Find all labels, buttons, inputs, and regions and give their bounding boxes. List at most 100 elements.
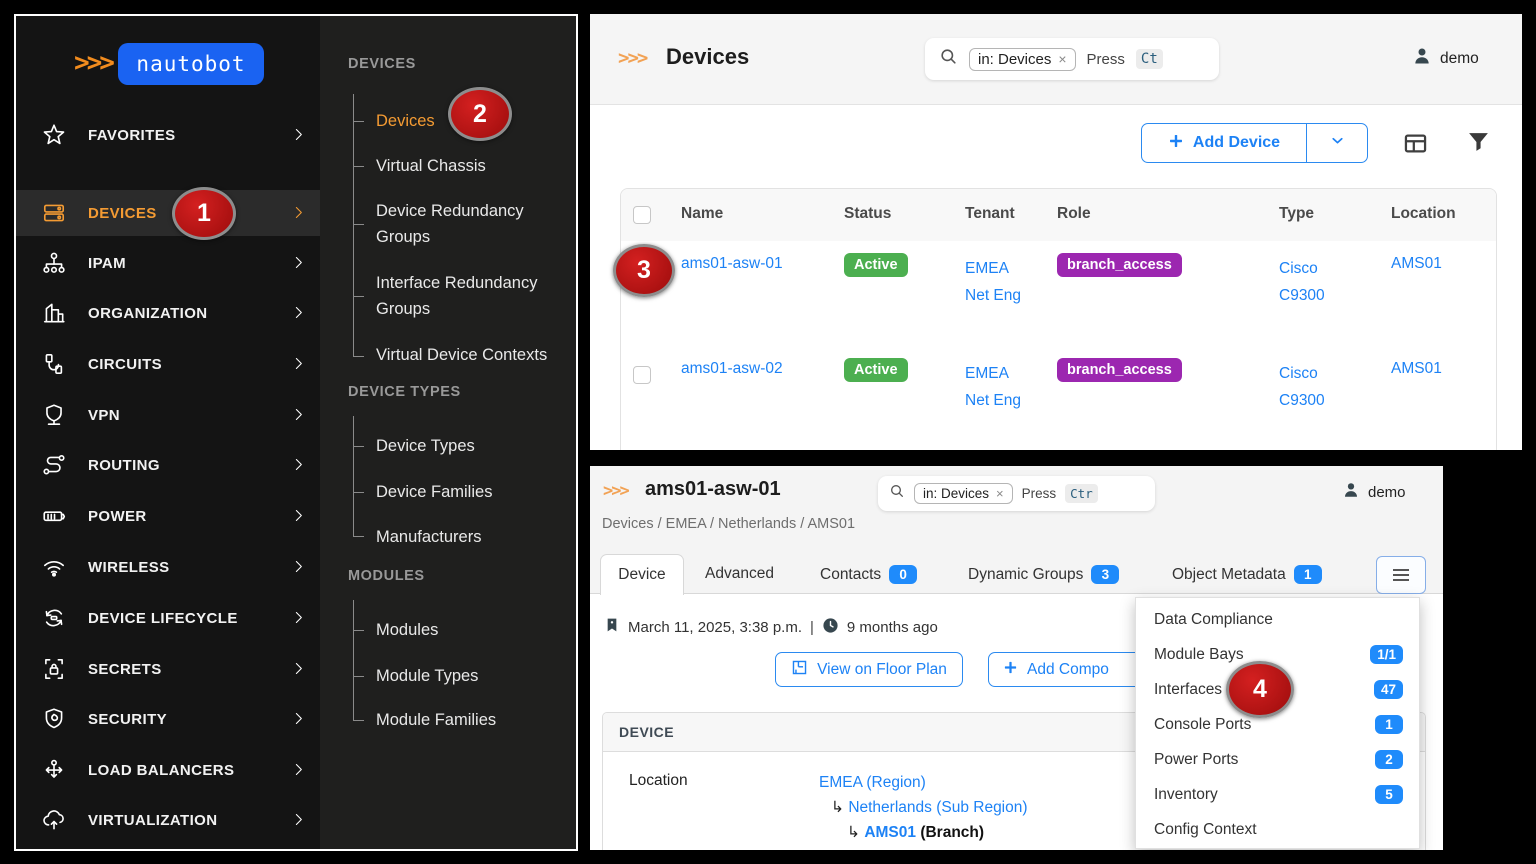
sidebar-item-security[interactable]: SECURITY xyxy=(16,696,320,742)
sidebar-item-circuits[interactable]: CIRCUITS xyxy=(16,341,320,387)
search-filter-chip[interactable]: in: Devices × xyxy=(914,483,1013,504)
add-device-button[interactable]: Add Device xyxy=(1141,123,1307,163)
arrows-split-icon xyxy=(40,756,68,784)
nautobot-logo[interactable]: nautobot xyxy=(118,43,264,85)
add-device-dropdown-button[interactable] xyxy=(1306,123,1368,163)
submenu-item-virtual-device-contexts[interactable]: Virtual Device Contexts xyxy=(376,342,591,368)
sidebar-item-wireless[interactable]: WIRELESS xyxy=(16,544,320,590)
sidebar-item-secrets[interactable]: SECRETS xyxy=(16,646,320,692)
device-name-link[interactable]: ams01-asw-02 xyxy=(681,360,783,378)
devices-submenu: DEVICES Devices Virtual Chassis Device R… xyxy=(320,16,576,849)
submenu-item-module-types[interactable]: Module Types xyxy=(376,663,566,689)
column-header-role[interactable]: Role xyxy=(1057,205,1091,223)
annotation-step-3: 3 xyxy=(613,244,675,297)
chip-close-icon[interactable]: × xyxy=(1058,51,1066,67)
view-on-floor-plan-button[interactable]: View on Floor Plan xyxy=(775,652,963,687)
sidebar-item-routing[interactable]: ROUTING xyxy=(16,442,320,488)
search-filter-chip[interactable]: in: Devices × xyxy=(969,48,1076,71)
submenu-section-header: DEVICES xyxy=(348,56,416,72)
chip-close-icon[interactable]: × xyxy=(996,486,1004,501)
sidebar-item-power[interactable]: POWER xyxy=(16,493,320,539)
device-type-link[interactable]: Cisco C9300 xyxy=(1279,360,1337,414)
breadcrumb[interactable]: Devices / EMEA / Netherlands / AMS01 xyxy=(602,516,855,532)
sidebar-item-virtualization[interactable]: VIRTUALIZATION xyxy=(16,797,320,843)
tab-overflow-menu-button[interactable] xyxy=(1376,556,1426,594)
tab-contacts[interactable]: Contacts 0 xyxy=(820,565,917,584)
tenant-link[interactable]: EMEA Net Eng xyxy=(965,255,1021,309)
tree-dash xyxy=(353,676,364,677)
column-header-location[interactable]: Location xyxy=(1391,205,1456,223)
subregion-link[interactable]: Netherlands xyxy=(848,799,932,816)
submenu-item-device-families[interactable]: Device Families xyxy=(376,479,566,505)
submenu-item-virtual-chassis[interactable]: Virtual Chassis xyxy=(376,153,566,179)
arrow-down-right-icon: ↳ xyxy=(847,824,860,841)
role-badge[interactable]: branch_access xyxy=(1057,253,1182,277)
tree-dash xyxy=(353,166,364,167)
sidebar-item-device-lifecycle[interactable]: DEVICE LIFECYCLE xyxy=(16,595,320,641)
row-checkbox[interactable] xyxy=(633,366,651,384)
shield-flame-icon xyxy=(40,705,68,733)
location-link[interactable]: AMS01 xyxy=(1391,360,1442,378)
cloud-upload-icon xyxy=(40,806,68,834)
tab-count-badge: 0 xyxy=(889,565,917,584)
select-all-checkbox[interactable] xyxy=(633,206,651,224)
tab-advanced[interactable]: Advanced xyxy=(705,565,774,583)
column-header-tenant[interactable]: Tenant xyxy=(965,205,1015,223)
sidebar-item-organization[interactable]: ORGANIZATION xyxy=(16,290,320,336)
chevron-right-icon xyxy=(290,254,307,276)
tenant-link[interactable]: EMEA Net Eng xyxy=(965,360,1021,414)
location-link[interactable]: AMS01 xyxy=(1391,255,1442,273)
clock-icon xyxy=(822,617,839,638)
submenu-item-device-types[interactable]: Device Types xyxy=(376,433,566,459)
menu-item-data-compliance[interactable]: Data Compliance xyxy=(1136,602,1419,637)
tab-object-metadata[interactable]: Object Metadata 1 xyxy=(1172,565,1322,584)
table-config-button[interactable] xyxy=(1402,130,1429,162)
tree-line xyxy=(353,600,354,720)
chevron-right-icon xyxy=(290,406,307,428)
tab-count-badge: 3 xyxy=(1091,565,1119,584)
page-logo-chevrons: >>> xyxy=(618,47,646,69)
submenu-item-device-redundancy-groups[interactable]: Device Redundancy Groups xyxy=(376,198,566,250)
submenu-item-modules[interactable]: Modules xyxy=(376,617,566,643)
user-icon xyxy=(1412,46,1432,71)
sidebar-item-load-balancers[interactable]: LOAD BALANCERS xyxy=(16,747,320,793)
submenu-section-header: MODULES xyxy=(348,568,425,584)
sidebar-item-favorites[interactable]: FAVORITES xyxy=(16,112,320,158)
table-row: ams01-asw-02 Active EMEA Net Eng branch_… xyxy=(621,346,1496,450)
column-header-status[interactable]: Status xyxy=(844,205,891,223)
global-search[interactable]: in: Devices × Press Ctr xyxy=(878,476,1155,511)
user-menu[interactable]: demo xyxy=(1412,46,1479,71)
column-header-type[interactable]: Type xyxy=(1279,205,1314,223)
sidebar-item-ipam[interactable]: IPAM xyxy=(16,240,320,286)
global-search[interactable]: in: Devices × Press Ct xyxy=(925,38,1219,80)
created-timestamp: March 11, 2025, 3:38 p.m. xyxy=(628,619,802,636)
device-type-link[interactable]: Cisco C9300 xyxy=(1279,255,1337,309)
role-badge[interactable]: branch_access xyxy=(1057,358,1182,382)
screenshot-root: >>> nautobot FAVORITES DEVICES IPAM xyxy=(0,0,1536,864)
tree-dash xyxy=(353,630,364,631)
sidebar-item-vpn[interactable]: VPN xyxy=(16,392,320,438)
tree-dash xyxy=(353,356,364,357)
annotation-step-2: 2 xyxy=(448,87,512,141)
plus-icon xyxy=(1168,133,1184,154)
nav-panel: >>> nautobot FAVORITES DEVICES IPAM xyxy=(14,14,578,851)
user-icon xyxy=(1342,481,1360,504)
user-menu[interactable]: demo xyxy=(1342,481,1406,504)
menu-icon xyxy=(1393,569,1409,571)
chevron-right-icon xyxy=(290,609,307,631)
menu-item-power-ports[interactable]: Power Ports2 xyxy=(1136,742,1419,777)
branch-link[interactable]: AMS01 xyxy=(864,824,916,841)
column-header-name[interactable]: Name xyxy=(681,205,723,223)
device-name-link[interactable]: ams01-asw-01 xyxy=(681,255,783,273)
filter-button[interactable] xyxy=(1466,129,1491,159)
menu-item-config-context[interactable]: Config Context xyxy=(1136,812,1419,847)
sidebar-item-devices[interactable]: DEVICES xyxy=(16,190,320,236)
tab-dynamic-groups[interactable]: Dynamic Groups 3 xyxy=(968,565,1119,584)
submenu-item-manufacturers[interactable]: Manufacturers xyxy=(376,524,566,550)
devices-list-header: >>> Devices in: Devices × Press Ct demo xyxy=(590,14,1522,105)
submenu-item-interface-redundancy-groups[interactable]: Interface Redundancy Groups xyxy=(376,270,566,322)
menu-item-inventory[interactable]: Inventory5 xyxy=(1136,777,1419,812)
submenu-item-module-families[interactable]: Module Families xyxy=(376,707,566,733)
region-link[interactable]: EMEA xyxy=(819,774,862,791)
tab-device[interactable]: Device xyxy=(600,554,684,595)
